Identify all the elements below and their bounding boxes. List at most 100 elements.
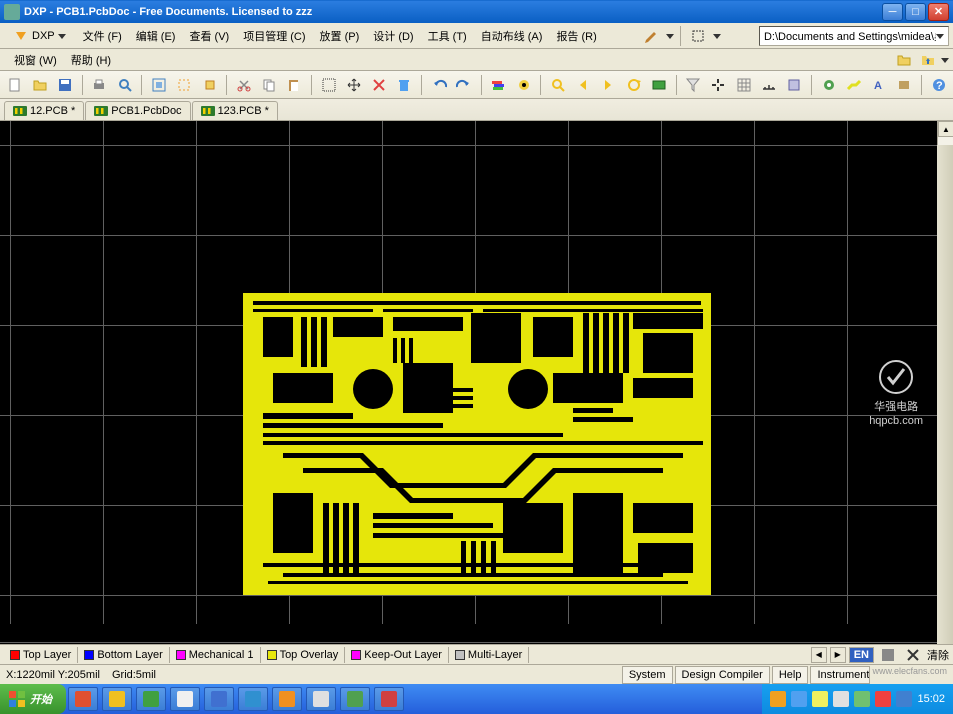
grid-icon[interactable] bbox=[733, 74, 754, 96]
select-all-icon[interactable] bbox=[318, 74, 339, 96]
clear-toggle-icon[interactable] bbox=[902, 644, 924, 666]
layertab-scroll-right[interactable]: ▶ bbox=[830, 647, 846, 663]
clear-icon[interactable] bbox=[394, 74, 415, 96]
chevron-down-icon[interactable] bbox=[941, 56, 949, 64]
menu-report[interactable]: 报告 (R) bbox=[550, 25, 602, 47]
deselect-icon[interactable] bbox=[369, 74, 390, 96]
collapsed-panel[interactable] bbox=[937, 145, 953, 644]
task-item[interactable] bbox=[136, 687, 166, 711]
print-icon[interactable] bbox=[89, 74, 110, 96]
zoom-area-icon[interactable] bbox=[174, 74, 195, 96]
folder-up-icon[interactable] bbox=[917, 49, 939, 71]
maximize-button[interactable]: □ bbox=[905, 3, 926, 21]
task-item[interactable] bbox=[102, 687, 132, 711]
menu-tools[interactable]: 工具 (T) bbox=[422, 25, 473, 47]
tray-icon[interactable] bbox=[812, 691, 828, 707]
place-track-icon[interactable] bbox=[843, 74, 864, 96]
task-item[interactable] bbox=[340, 687, 370, 711]
redo-icon[interactable] bbox=[453, 74, 474, 96]
svg-text:A: A bbox=[874, 80, 882, 92]
board-icon[interactable] bbox=[648, 74, 669, 96]
task-item[interactable] bbox=[204, 687, 234, 711]
scroll-up-button[interactable]: ▲ bbox=[938, 121, 953, 137]
preview-icon[interactable] bbox=[114, 74, 135, 96]
start-button[interactable]: 开始 bbox=[0, 684, 66, 714]
doctab-12pcb[interactable]: 12.PCB * bbox=[4, 101, 84, 120]
tray-icon[interactable] bbox=[875, 691, 891, 707]
snap-icon[interactable] bbox=[708, 74, 729, 96]
menu-project[interactable]: 项目管理 (C) bbox=[237, 25, 311, 47]
clock[interactable]: 15:02 bbox=[917, 693, 945, 705]
layertab-mech1[interactable]: Mechanical 1 bbox=[170, 647, 261, 663]
tray-icon[interactable] bbox=[854, 691, 870, 707]
rect-icon[interactable] bbox=[894, 74, 915, 96]
prev-icon[interactable] bbox=[572, 74, 593, 96]
status-bar: X:1220mil Y:205mil Grid:5mil System Desi… bbox=[0, 664, 953, 684]
lang-indicator[interactable]: EN bbox=[849, 647, 874, 663]
layertab-keepout[interactable]: Keep-Out Layer bbox=[345, 647, 449, 663]
layertab-overlay[interactable]: Top Overlay bbox=[261, 647, 346, 663]
sb-help[interactable]: Help bbox=[772, 666, 809, 684]
new-icon[interactable] bbox=[4, 74, 25, 96]
menu-window[interactable]: 视窗 (W) bbox=[8, 49, 63, 71]
layertab-bottom[interactable]: Bottom Layer bbox=[78, 647, 169, 663]
browse-icon[interactable] bbox=[547, 74, 568, 96]
doctab-123pcb[interactable]: 123.PCB * bbox=[192, 101, 278, 120]
units-icon[interactable] bbox=[758, 74, 779, 96]
sb-system[interactable]: System bbox=[622, 666, 673, 684]
drill-icon[interactable] bbox=[513, 74, 534, 96]
close-button[interactable]: ✕ bbox=[928, 3, 949, 21]
menu-edit[interactable]: 编辑 (E) bbox=[130, 25, 182, 47]
mask-icon[interactable] bbox=[784, 74, 805, 96]
paste-icon[interactable] bbox=[284, 74, 305, 96]
folder-icon[interactable] bbox=[893, 49, 915, 71]
pcb-canvas[interactable]: 华强电路 hqpcb.com ▲ ▼ bbox=[0, 121, 953, 644]
filter-icon[interactable] bbox=[683, 74, 704, 96]
tray-icon[interactable] bbox=[770, 691, 786, 707]
select-icon[interactable] bbox=[687, 25, 709, 47]
menu-design[interactable]: 设计 (D) bbox=[367, 25, 419, 47]
zoom-fit-icon[interactable] bbox=[148, 74, 169, 96]
task-item[interactable] bbox=[306, 687, 336, 711]
dxp-menu-button[interactable]: DXP bbox=[4, 25, 75, 47]
move-icon[interactable] bbox=[343, 74, 364, 96]
mask-toggle-icon[interactable] bbox=[877, 644, 899, 666]
undo-icon[interactable] bbox=[428, 74, 449, 96]
tray-icon[interactable] bbox=[896, 691, 912, 707]
help-icon[interactable]: ? bbox=[928, 74, 949, 96]
text-icon[interactable]: A bbox=[868, 74, 889, 96]
open-icon[interactable] bbox=[29, 74, 50, 96]
save-icon[interactable] bbox=[55, 74, 76, 96]
task-item[interactable] bbox=[272, 687, 302, 711]
zoom-selected-icon[interactable] bbox=[199, 74, 220, 96]
menu-file[interactable]: 文件 (F) bbox=[77, 25, 128, 47]
chevron-down-icon[interactable] bbox=[666, 32, 674, 40]
path-input[interactable]: D:\Documents and Settings\midea\桌面 bbox=[759, 26, 949, 46]
menu-help[interactable]: 帮助 (H) bbox=[65, 49, 117, 71]
tray-icon[interactable] bbox=[833, 691, 849, 707]
layertab-scroll-left[interactable]: ◀ bbox=[811, 647, 827, 663]
place-pad-icon[interactable] bbox=[818, 74, 839, 96]
tray-icon[interactable] bbox=[791, 691, 807, 707]
menu-place[interactable]: 放置 (P) bbox=[314, 25, 366, 47]
window-title: DXP - PCB1.PcbDoc - Free Documents. Lice… bbox=[24, 6, 882, 18]
edit-brush-icon[interactable] bbox=[640, 25, 662, 47]
sb-compiler[interactable]: Design Compiler bbox=[675, 666, 770, 684]
next-icon[interactable] bbox=[598, 74, 619, 96]
copy-icon[interactable] bbox=[258, 74, 279, 96]
layertab-multi[interactable]: Multi-Layer bbox=[449, 647, 529, 663]
task-item[interactable] bbox=[374, 687, 404, 711]
menu-autoroute[interactable]: 自动布线 (A) bbox=[475, 25, 549, 47]
doctab-pcb1[interactable]: PCB1.PcbDoc bbox=[85, 101, 190, 120]
cut-icon[interactable] bbox=[233, 74, 254, 96]
layers-icon[interactable] bbox=[488, 74, 509, 96]
chevron-down-icon[interactable] bbox=[713, 32, 721, 40]
task-item[interactable] bbox=[238, 687, 268, 711]
minimize-button[interactable]: ─ bbox=[882, 3, 903, 21]
task-item[interactable] bbox=[68, 687, 98, 711]
sb-instruments[interactable]: Instruments bbox=[810, 666, 870, 684]
layertab-top[interactable]: Top Layer bbox=[4, 647, 78, 663]
cycle-icon[interactable] bbox=[623, 74, 644, 96]
menu-view[interactable]: 查看 (V) bbox=[183, 25, 235, 47]
task-item[interactable] bbox=[170, 687, 200, 711]
